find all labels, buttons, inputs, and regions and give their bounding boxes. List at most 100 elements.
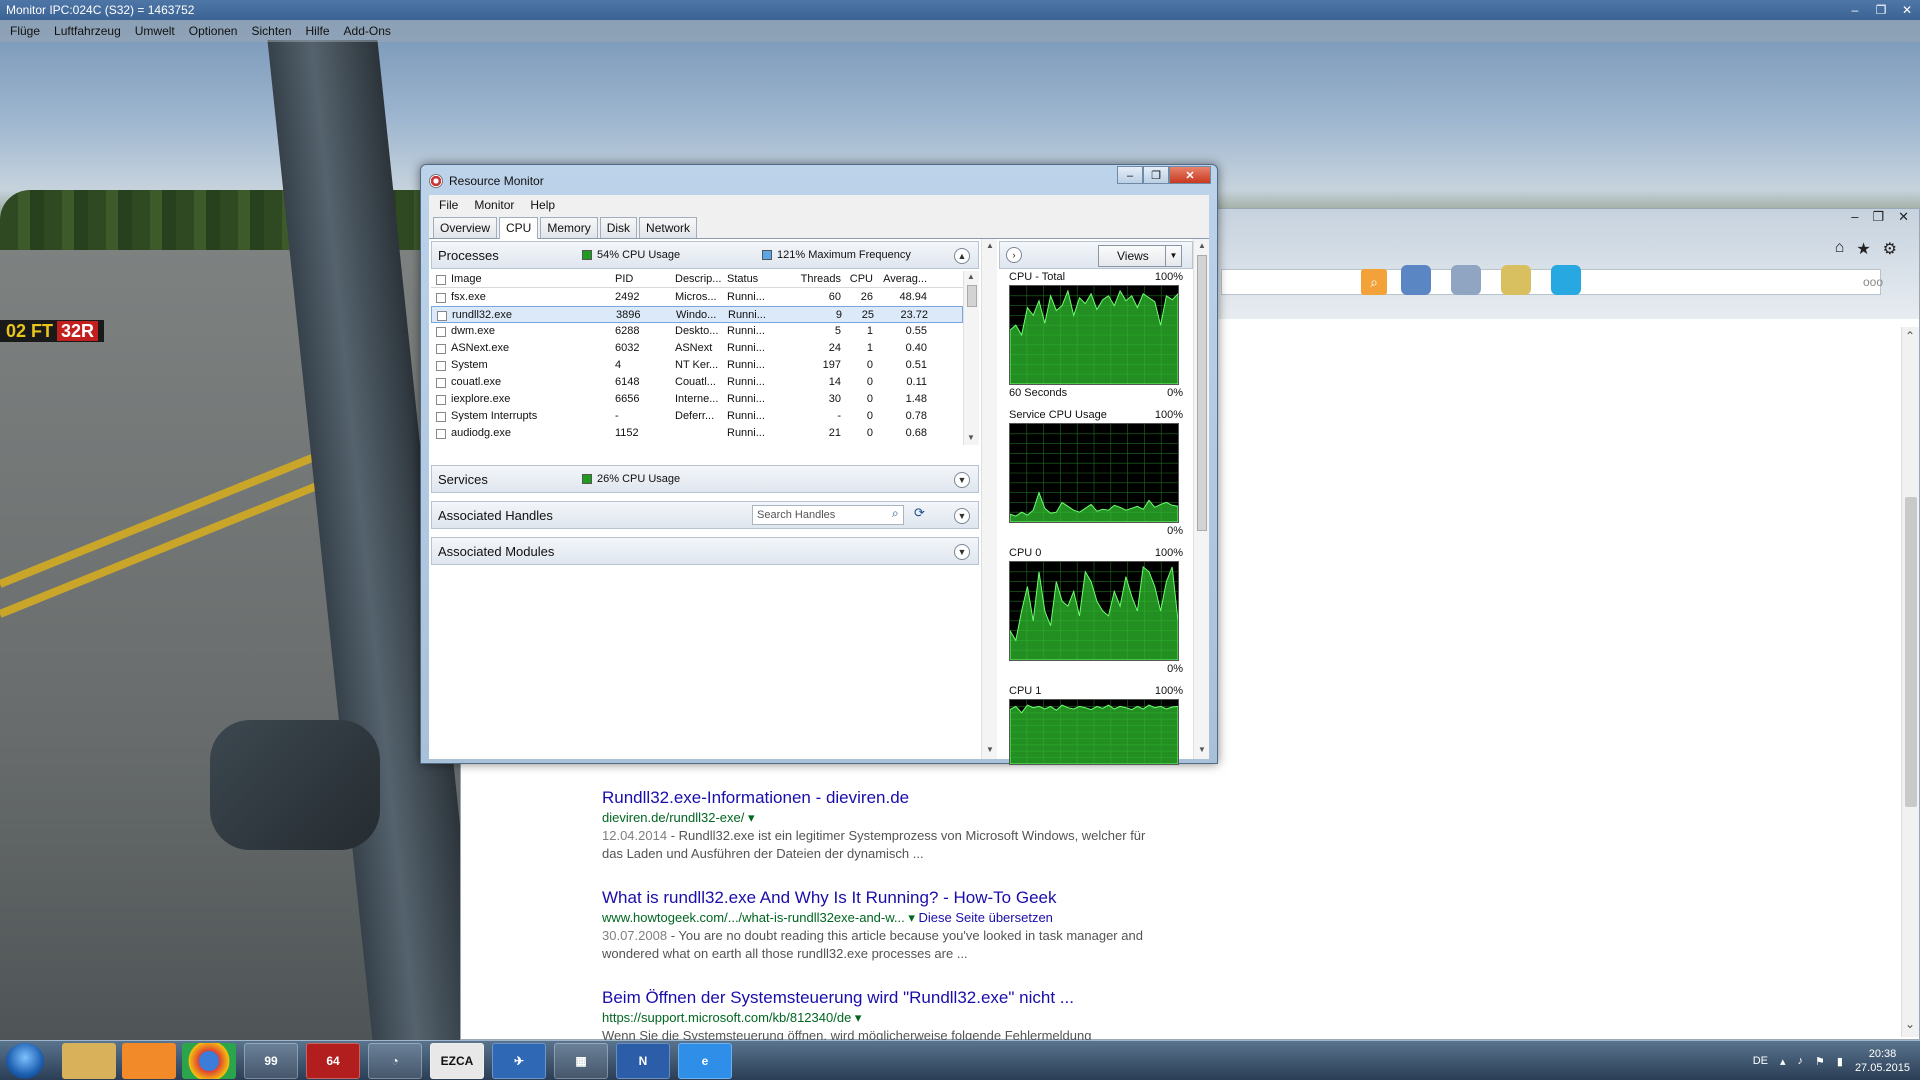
clock[interactable]: 20:38 27.05.2015 — [1855, 1047, 1910, 1075]
scroll-down-icon[interactable]: ▼ — [986, 745, 994, 754]
menu-sichten[interactable]: Sichten — [251, 24, 291, 38]
favorites-star-icon[interactable]: ★ — [1856, 239, 1870, 259]
taskbar-app-ezca[interactable]: EZCA — [430, 1043, 484, 1079]
row-checkbox[interactable] — [436, 361, 446, 371]
dropdown-arrow-icon[interactable]: ▼ — [1165, 246, 1181, 266]
fsx-plane-icon[interactable]: ✈ — [492, 1043, 546, 1079]
row-checkbox[interactable] — [436, 395, 446, 405]
scroll-down-icon[interactable]: ▼ — [1198, 745, 1206, 754]
row-checkbox[interactable] — [436, 412, 446, 422]
services-header[interactable]: Services 26% CPU Usage ▼ — [431, 465, 979, 493]
volume-icon[interactable]: ♪ — [1798, 1055, 1804, 1067]
media-player-icon[interactable] — [122, 1043, 176, 1079]
gauge-app-icon[interactable]: ◔ — [368, 1043, 422, 1079]
column-header[interactable]: Descrip... — [675, 271, 725, 288]
network-icon[interactable]: ▮ — [1837, 1055, 1843, 1068]
satellite-icon[interactable] — [1501, 265, 1531, 295]
video-icon[interactable] — [1451, 265, 1481, 295]
settings-gear-icon[interactable]: ⚙ — [1883, 239, 1897, 259]
table-row[interactable]: System 4 NT Ker... Runni... 197 0 0.51 — [431, 357, 963, 374]
select-all-checkbox[interactable] — [436, 275, 446, 285]
chrome-icon[interactable] — [182, 1043, 236, 1079]
menu-luftfahrzeug[interactable]: Luftfahrzeug — [54, 24, 121, 38]
table-row[interactable]: fsx.exe 2492 Micros... Runni... 60 26 48.94 — [431, 289, 963, 306]
scroll-up-icon[interactable]: ⌃ — [1905, 329, 1915, 343]
scroll-up-icon[interactable]: ▲ — [967, 272, 975, 281]
collapse-chevron-icon[interactable]: ▲ — [954, 248, 970, 264]
menu-monitor[interactable]: Monitor — [474, 198, 514, 212]
browser-scrollbar[interactable]: ⌃ ⌄ — [1901, 327, 1919, 1037]
handles-header[interactable]: Associated Handles Search Handles ⌕ ⟳ ▼ — [431, 501, 979, 529]
tab-cpu[interactable]: CPU — [499, 217, 539, 239]
explorer-icon[interactable] — [62, 1043, 116, 1079]
scroll-thumb[interactable] — [1905, 497, 1917, 807]
more-dots[interactable]: ooo — [1863, 275, 1883, 289]
search-handles-input[interactable]: Search Handles — [752, 505, 904, 525]
column-header[interactable]: Status — [727, 271, 779, 288]
rm-minimize-icon[interactable]: – — [1117, 166, 1143, 184]
row-checkbox[interactable] — [436, 344, 446, 354]
table-row[interactable]: audiodg.exe 1152 Runni... 21 0 0.68 — [431, 425, 963, 442]
tab-overview[interactable]: Overview — [433, 217, 498, 238]
browser-maximize-icon[interactable]: ❐ — [1872, 209, 1884, 225]
table-row[interactable]: iexplore.exe 6656 Interne... Runni... 30 0 1.4… — [431, 391, 963, 408]
translate-link[interactable]: Diese Seite übersetzen — [919, 910, 1053, 925]
menu-file[interactable]: File — [439, 198, 458, 212]
expand-chevron-icon[interactable]: ▼ — [954, 472, 970, 488]
table-row[interactable]: ASNext.exe 6032 ASNext Runni... 24 1 0.40 — [431, 340, 963, 357]
table-row[interactable]: couatl.exe 6148 Couatl... Runni... 14 0 0.11 — [431, 374, 963, 391]
tab-disk[interactable]: Disk — [599, 217, 638, 238]
result-title[interactable]: Rundll32.exe-Informationen - dieviren.de — [602, 787, 1162, 809]
modules-header[interactable]: Associated Modules ▼ — [431, 537, 979, 565]
scroll-up-icon[interactable]: ▲ — [1198, 241, 1206, 250]
menu-help[interactable]: Help — [530, 198, 555, 212]
home-icon[interactable]: ⌂ — [1835, 239, 1845, 259]
scroll-thumb[interactable] — [1197, 255, 1207, 531]
scroll-down-icon[interactable]: ▼ — [967, 433, 975, 442]
grid-app-icon[interactable]: ▦ — [554, 1043, 608, 1079]
expand-chevron-icon[interactable]: ▼ — [954, 508, 970, 524]
start-button[interactable] — [6, 1043, 44, 1079]
scroll-down-icon[interactable]: ⌄ — [1905, 1017, 1915, 1031]
tab-memory[interactable]: Memory — [540, 217, 598, 238]
expand-chevron-icon[interactable]: ▼ — [954, 544, 970, 560]
maximize-icon[interactable]: ❐ — [1868, 0, 1894, 20]
taskbar-app-99[interactable]: 99 — [244, 1043, 298, 1079]
minimize-icon[interactable]: – — [1842, 0, 1868, 20]
result-title[interactable]: What is rundll32.exe And Why Is It Runni… — [602, 887, 1162, 909]
processes-scrollbar[interactable]: ▲ ▼ — [963, 271, 979, 445]
column-header[interactable]: Image — [451, 271, 611, 288]
collapse-pane-icon[interactable]: › — [1006, 247, 1022, 263]
taskbar-app-64[interactable]: 64 — [306, 1043, 360, 1079]
flag-icon[interactable]: ⚑ — [1815, 1055, 1825, 1068]
table-row[interactable]: dwm.exe 6288 Deskto... Runni... 5 1 0.55 — [431, 323, 963, 340]
search-icon[interactable]: ⌕ — [892, 506, 899, 521]
column-header[interactable]: Averag... — [879, 271, 927, 288]
close-icon[interactable]: ✕ — [1894, 0, 1920, 20]
language-indicator[interactable]: DE — [1753, 1055, 1768, 1067]
rm-maximize-icon[interactable]: ❐ — [1143, 166, 1169, 184]
left-pane-scrollbar[interactable]: ▲ ▼ — [981, 239, 997, 759]
menu-umwelt[interactable]: Umwelt — [135, 24, 175, 38]
browser-minimize-icon[interactable]: – — [1851, 209, 1858, 225]
processes-header[interactable]: Processes 54% CPU Usage 121% Maximum Fre… — [431, 241, 979, 269]
row-checkbox[interactable] — [436, 327, 446, 337]
taskbar-app-n[interactable]: N — [616, 1043, 670, 1079]
table-row[interactable]: rundll32.exe 3896 Windo... Runni... 9 25 23.72 — [431, 306, 963, 323]
skype-icon[interactable] — [1551, 265, 1581, 295]
search-icon[interactable]: ⌕ — [1361, 269, 1387, 295]
views-dropdown[interactable]: Views ▼ — [1098, 245, 1182, 267]
menu-fluege[interactable]: Flüge — [10, 24, 40, 38]
table-row[interactable]: System Interrupts - Deferr... Runni... - 0 0.7… — [431, 408, 963, 425]
browser-close-icon[interactable]: ✕ — [1898, 209, 1909, 225]
result-title[interactable]: Beim Öffnen der Systemsteuerung wird "Ru… — [602, 987, 1162, 1009]
menu-hilfe[interactable]: Hilfe — [306, 24, 330, 38]
internet-explorer-icon[interactable]: e — [678, 1043, 732, 1079]
tray-arrow-icon[interactable]: ▴ — [1780, 1055, 1786, 1068]
column-header[interactable]: PID — [615, 271, 671, 288]
row-checkbox[interactable] — [437, 311, 447, 321]
row-checkbox[interactable] — [436, 429, 446, 439]
column-header[interactable]: CPU — [843, 271, 873, 288]
row-checkbox[interactable] — [436, 378, 446, 388]
menu-optionen[interactable]: Optionen — [189, 24, 238, 38]
